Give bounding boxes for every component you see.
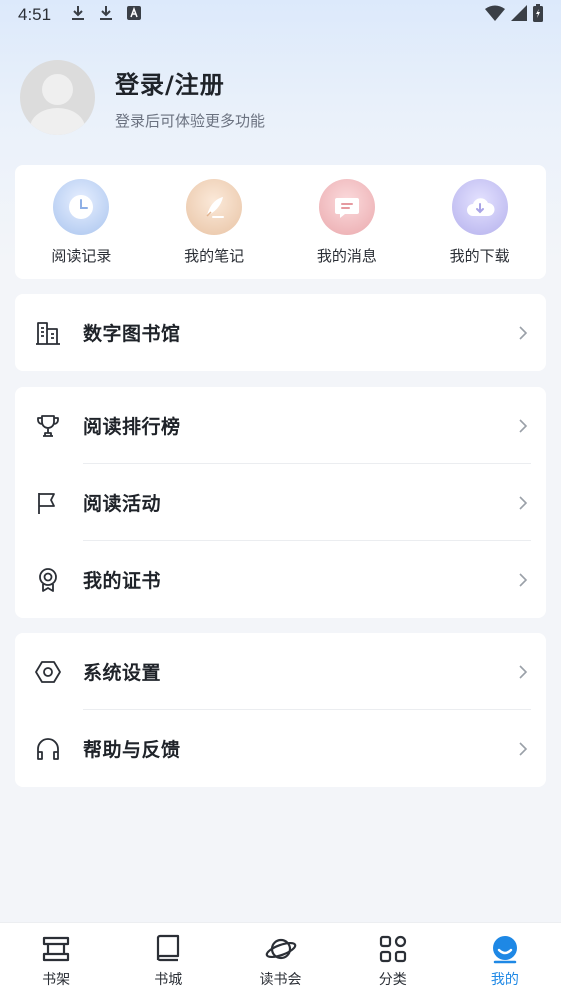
menu-item-help-feedback[interactable]: 帮助与反馈 bbox=[15, 710, 546, 787]
nav-tab-bookstore[interactable]: 书城 bbox=[112, 923, 224, 997]
menu-item-reading-ranking[interactable]: 阅读排行榜 bbox=[15, 387, 546, 464]
status-bar: 4:51 bbox=[0, 0, 561, 30]
quick-action-label: 阅读记录 bbox=[51, 247, 112, 265]
feather-icon bbox=[186, 179, 243, 235]
chevron-right-icon bbox=[519, 664, 528, 679]
menu-item-label: 系统设置 bbox=[83, 662, 162, 684]
avatar[interactable] bbox=[20, 60, 95, 135]
battery-icon bbox=[533, 3, 543, 27]
menu-item-label: 阅读排行榜 bbox=[83, 416, 181, 438]
quick-action-my-notes[interactable]: 我的笔记 bbox=[148, 165, 281, 279]
chevron-right-icon bbox=[519, 418, 528, 433]
nav-label: 书城 bbox=[154, 972, 183, 988]
nav-label: 书架 bbox=[42, 972, 71, 988]
download-icon bbox=[71, 5, 85, 26]
login-hint: 登录后可体验更多功能 bbox=[115, 111, 266, 130]
hexagon-settings-icon bbox=[35, 660, 61, 683]
flag-icon bbox=[38, 492, 55, 514]
status-time: 4:51 bbox=[18, 5, 52, 24]
nav-tab-bookshelf[interactable]: 书架 bbox=[0, 923, 112, 997]
quick-action-label: 我的下载 bbox=[449, 247, 510, 265]
cloud-download-icon bbox=[451, 179, 508, 235]
grid-icon bbox=[379, 935, 406, 963]
quick-action-my-downloads[interactable]: 我的下载 bbox=[413, 165, 546, 279]
menu-item-system-settings[interactable]: 系统设置 bbox=[15, 633, 546, 710]
nav-label: 我的 bbox=[490, 972, 519, 988]
settings-card: 系统设置 帮助与反馈 bbox=[15, 633, 546, 787]
menu-item-reading-activity[interactable]: 阅读活动 bbox=[15, 464, 546, 541]
menu-item-digital-library[interactable]: 数字图书馆 bbox=[15, 294, 546, 371]
profile-header[interactable]: 登录/注册 登录后可体验更多功能 bbox=[20, 60, 265, 135]
download-icon bbox=[99, 5, 113, 26]
menu-item-label: 数字图书馆 bbox=[83, 323, 181, 345]
planet-icon bbox=[265, 938, 296, 960]
text-a-icon bbox=[127, 5, 142, 25]
login-register-link[interactable]: 登录/注册 bbox=[115, 65, 265, 100]
bottom-navigation: 书架 书城 读书会 分类 我的 bbox=[0, 922, 561, 997]
trophy-icon bbox=[37, 414, 59, 437]
medal-icon bbox=[39, 567, 57, 592]
quick-action-label: 我的笔记 bbox=[184, 247, 245, 265]
menu-item-label: 阅读活动 bbox=[83, 493, 162, 515]
book-icon bbox=[157, 934, 180, 962]
nav-label: 分类 bbox=[378, 972, 407, 988]
nav-label: 读书会 bbox=[259, 972, 302, 988]
chevron-right-icon bbox=[519, 741, 528, 756]
headphones-icon bbox=[37, 737, 59, 760]
nav-tab-book-club[interactable]: 读书会 bbox=[224, 923, 336, 997]
reading-card: 阅读排行榜 阅读活动 我的证书 bbox=[15, 387, 546, 618]
message-icon bbox=[318, 179, 375, 235]
menu-item-label: 我的证书 bbox=[83, 570, 162, 592]
clock-icon bbox=[53, 179, 110, 235]
building-icon bbox=[36, 321, 60, 345]
chevron-right-icon bbox=[519, 572, 528, 587]
chevron-right-icon bbox=[519, 325, 528, 340]
quick-action-label: 我的消息 bbox=[316, 247, 377, 265]
quick-action-reading-history[interactable]: 阅读记录 bbox=[15, 165, 148, 279]
menu-item-my-certificates[interactable]: 我的证书 bbox=[15, 541, 546, 618]
nav-tab-categories[interactable]: 分类 bbox=[337, 923, 449, 997]
profile-icon bbox=[492, 936, 517, 964]
cellular-signal-icon bbox=[511, 4, 527, 26]
bookshelf-icon bbox=[42, 936, 70, 962]
quick-actions-card: 阅读记录 我的笔记 我的消息 我的下载 bbox=[15, 165, 546, 279]
quick-action-my-messages[interactable]: 我的消息 bbox=[281, 165, 414, 279]
nav-tab-mine[interactable]: 我的 bbox=[449, 923, 561, 997]
chevron-right-icon bbox=[519, 495, 528, 510]
library-card: 数字图书馆 bbox=[15, 294, 546, 371]
wifi-icon bbox=[485, 5, 505, 26]
menu-item-label: 帮助与反馈 bbox=[83, 739, 181, 761]
